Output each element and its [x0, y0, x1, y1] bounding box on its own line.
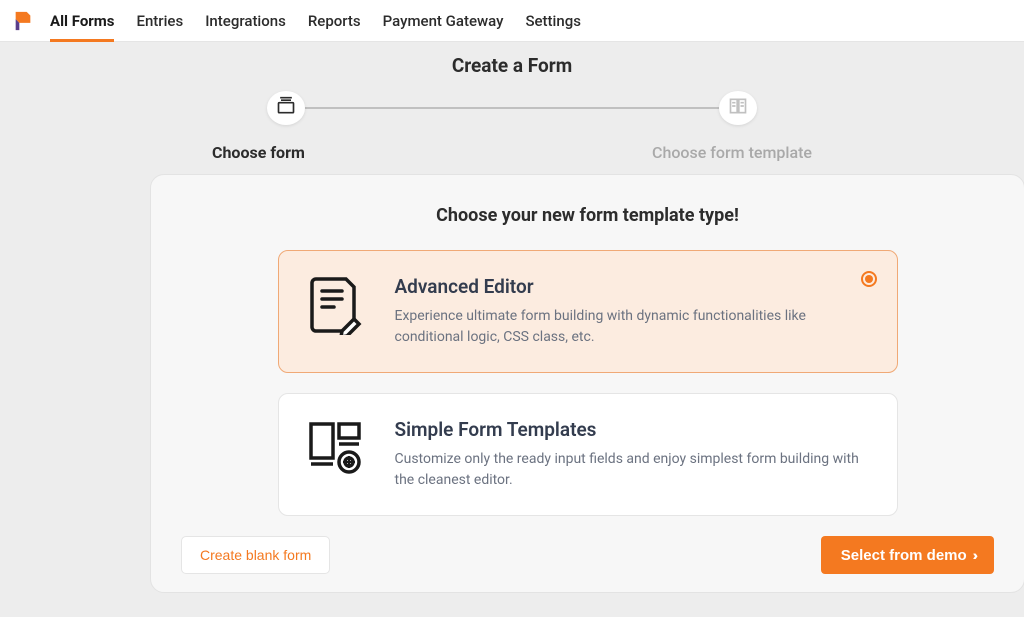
actions: Create blank form Select from demo ››: [181, 536, 994, 574]
form-type-panel: Choose your new form template type! Adva…: [150, 174, 1024, 593]
nav-reports[interactable]: Reports: [308, 0, 361, 41]
option-title: Advanced Editor: [395, 275, 869, 298]
step-choose-form[interactable]: [267, 91, 305, 125]
panel-title: Choose your new form template type!: [181, 205, 994, 226]
nav-all-forms[interactable]: All Forms: [50, 0, 114, 41]
nav-entries[interactable]: Entries: [136, 0, 183, 41]
option-advanced-editor[interactable]: Advanced Editor Experience ultimate form…: [278, 250, 898, 373]
header: All Forms Entries Integrations Reports P…: [0, 0, 1024, 42]
simple-templates-icon: [307, 418, 363, 478]
page-title: Create a Form: [0, 54, 1024, 77]
create-blank-form-button[interactable]: Create blank form: [181, 536, 330, 574]
form-icon: [276, 96, 296, 120]
option-desc: Experience ultimate form building with d…: [395, 306, 869, 348]
stepper-line: [287, 107, 737, 109]
option-desc: Customize only the ready input fields an…: [395, 449, 869, 491]
radio-selected-icon: [861, 271, 877, 287]
select-from-demo-button[interactable]: Select from demo ››: [821, 536, 994, 574]
main-nav: All Forms Entries Integrations Reports P…: [50, 0, 581, 41]
step-choose-template[interactable]: [719, 91, 757, 125]
option-body: Advanced Editor Experience ultimate form…: [395, 275, 869, 348]
step-labels: Choose form Choose form template: [202, 143, 822, 162]
content: Create a Form Choose form Choose form: [0, 42, 1024, 593]
step1-label: Choose form: [212, 143, 305, 162]
template-icon: [728, 96, 748, 120]
step2-label: Choose form template: [652, 143, 812, 162]
chevron-right-icon: ››: [973, 547, 974, 563]
nav-settings[interactable]: Settings: [525, 0, 581, 41]
stepper: [267, 91, 757, 125]
logo-icon: [12, 10, 34, 32]
nav-payment-gateway[interactable]: Payment Gateway: [383, 0, 504, 41]
option-simple-templates[interactable]: Simple Form Templates Customize only the…: [278, 393, 898, 516]
advanced-editor-icon: [307, 275, 363, 335]
nav-integrations[interactable]: Integrations: [205, 0, 286, 41]
option-title: Simple Form Templates: [395, 418, 869, 441]
option-body: Simple Form Templates Customize only the…: [395, 418, 869, 491]
